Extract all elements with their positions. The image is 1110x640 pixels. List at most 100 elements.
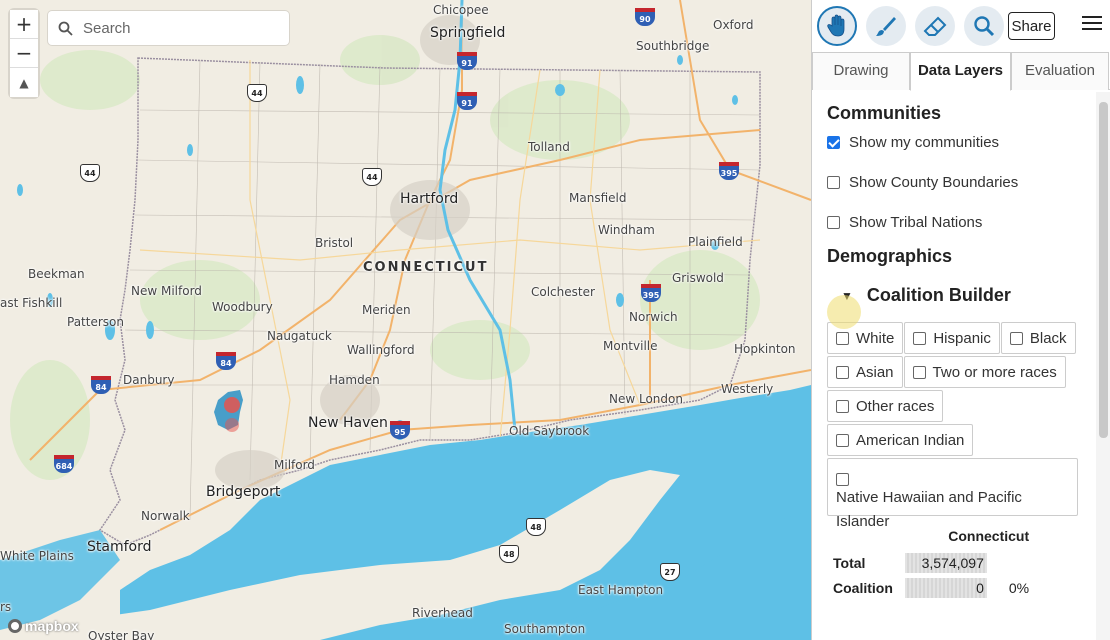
- checkbox[interactable]: [836, 365, 849, 379]
- search-tool-button[interactable]: [964, 6, 1004, 46]
- search-input[interactable]: [83, 19, 283, 37]
- place-label: Milford: [274, 458, 315, 472]
- place-label: Oyster Bay: [88, 629, 155, 640]
- group-chip-black[interactable]: Black: [1000, 322, 1076, 354]
- row-label: Total: [833, 554, 866, 571]
- tab-drawing[interactable]: Drawing: [812, 52, 910, 90]
- place-label: Springfield: [430, 25, 506, 41]
- hand-icon: [827, 14, 845, 37]
- place-label: White Plains: [0, 549, 74, 563]
- place-label: Danbury: [123, 373, 175, 387]
- coalition-stats-table: Connecticut Total 3,574,097 Coalition 0 …: [827, 528, 1029, 600]
- option-label: Show County Boundaries: [849, 173, 1019, 191]
- scrollbar-thumb[interactable]: [1099, 102, 1108, 438]
- checkbox[interactable]: [836, 331, 849, 345]
- place-label: Hartford: [400, 191, 459, 207]
- place-label: Bridgeport: [206, 484, 281, 500]
- checkbox[interactable]: [836, 399, 849, 413]
- highway-shield: 84: [91, 376, 111, 394]
- communities-heading: Communities: [827, 103, 942, 123]
- brush-icon: [876, 17, 896, 36]
- map-search: [48, 11, 289, 45]
- place-label: Patterson: [67, 315, 124, 329]
- chip-label: Black: [1029, 329, 1067, 347]
- chip-label: White: [856, 329, 895, 347]
- mapbox-logo-icon: [8, 619, 22, 633]
- place-label: Wallingford: [347, 343, 415, 357]
- place-label: Plainfield: [688, 235, 743, 249]
- compass-button[interactable]: ▲: [10, 68, 38, 97]
- checkbox[interactable]: [827, 175, 840, 189]
- group-chip-hispanic[interactable]: Hispanic: [904, 322, 1000, 354]
- checkbox[interactable]: [913, 331, 927, 345]
- show-county-boundaries-option[interactable]: Show County Boundaries: [827, 172, 1097, 192]
- place-label: Montville: [603, 339, 658, 353]
- group-chip-other[interactable]: Other races: [827, 390, 944, 422]
- show-my-communities-option[interactable]: Show my communities: [827, 132, 1097, 152]
- checkbox[interactable]: [827, 135, 840, 149]
- zoom-in-button[interactable]: +: [10, 10, 38, 39]
- place-label: Griswold: [672, 271, 724, 285]
- coalition-group-list: White Hispanic Black Asian Two or more r…: [827, 322, 1082, 530]
- state-label: CONNECTICUT: [363, 260, 489, 275]
- place-label: New London: [609, 392, 683, 406]
- mapbox-attribution[interactable]: mapbox: [8, 618, 79, 634]
- group-chip-two-or-more[interactable]: Two or more races: [903, 356, 1066, 388]
- tab-data-layers[interactable]: Data Layers: [910, 52, 1011, 91]
- place-label: Oxford: [713, 18, 754, 32]
- show-tribal-nations-option[interactable]: Show Tribal Nations: [827, 212, 1097, 232]
- zoom-out-button[interactable]: −: [10, 39, 38, 68]
- group-chip-native-hawaiian[interactable]: Native Hawaiian and Pacific Islander: [827, 458, 1078, 530]
- checkbox[interactable]: [912, 365, 926, 379]
- place-label: Tolland: [528, 140, 570, 154]
- highway-shield: 91: [457, 92, 477, 110]
- row-label: Coalition: [833, 579, 893, 596]
- demographics-heading: Demographics: [827, 246, 953, 266]
- place-label: Mansfield: [569, 191, 627, 205]
- map-canvas[interactable]: Chicopee Springfield Oxford Southbridge …: [0, 0, 811, 640]
- menu-icon[interactable]: [1082, 16, 1102, 34]
- highway-shield: 44: [362, 168, 382, 186]
- place-label: Colchester: [531, 285, 595, 299]
- checkbox[interactable]: [836, 473, 849, 486]
- tab-bar: Drawing Data Layers Evaluation: [812, 52, 1110, 91]
- place-label: Beekman: [28, 267, 85, 281]
- eraser-icon: [923, 16, 947, 36]
- coalition-builder-toggle[interactable]: ▼ Coalition Builder: [827, 285, 1097, 329]
- highway-shield: 48: [526, 518, 546, 536]
- toolbar: Share: [812, 0, 1110, 52]
- chip-label: Other races: [856, 397, 935, 415]
- place-label: Meriden: [362, 303, 411, 317]
- sidebar: Share Drawing Data Layers Evaluation Com…: [811, 0, 1110, 640]
- place-label: rs: [0, 600, 12, 614]
- checkbox[interactable]: [836, 433, 849, 447]
- row-percent: 0%: [1008, 579, 1030, 596]
- tab-evaluation[interactable]: Evaluation: [1011, 52, 1109, 90]
- pan-tool-button[interactable]: [817, 6, 857, 46]
- chip-label: American Indian: [856, 431, 965, 449]
- mapbox-logo-text: mapbox: [25, 618, 79, 634]
- place-label: Woodbury: [212, 300, 273, 314]
- highway-shield: 84: [216, 352, 236, 370]
- map-navigation-control: + − ▲: [10, 10, 38, 97]
- search-icon: [974, 16, 995, 37]
- checkbox[interactable]: [1009, 331, 1023, 345]
- place-label: Norwich: [629, 310, 678, 324]
- row-value: 3,574,097: [904, 552, 987, 573]
- place-label: Old Saybrook: [509, 424, 590, 438]
- highway-shield: 395: [719, 162, 739, 180]
- eraser-tool-button[interactable]: [915, 6, 955, 46]
- share-button[interactable]: Share: [1008, 12, 1055, 40]
- highway-shield: 395: [641, 284, 661, 302]
- option-label: Show my communities: [849, 133, 1000, 151]
- place-label: East Hampton: [578, 583, 664, 597]
- panel-scrollbar[interactable]: [1096, 92, 1110, 640]
- checkbox[interactable]: [827, 215, 840, 229]
- place-label: Norwalk: [141, 509, 190, 523]
- brush-tool-button[interactable]: [866, 6, 906, 46]
- group-chip-asian[interactable]: Asian: [827, 356, 903, 388]
- chip-label: Two or more races: [932, 363, 1057, 381]
- place-label: Windham: [598, 223, 655, 237]
- group-chip-american-indian[interactable]: American Indian: [827, 424, 974, 456]
- option-label: Show Tribal Nations: [849, 213, 983, 231]
